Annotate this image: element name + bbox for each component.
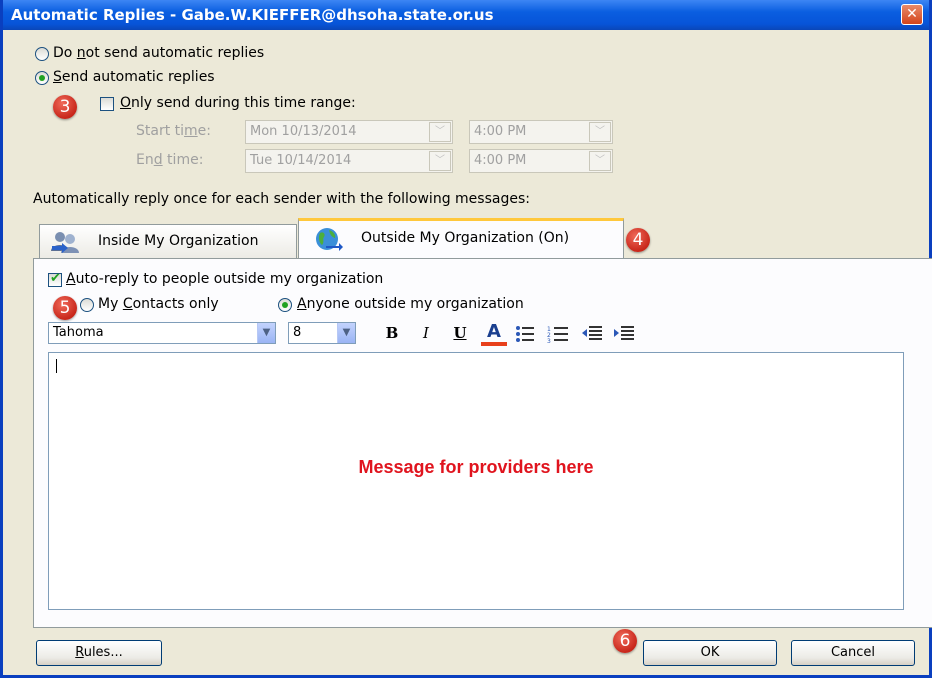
my-contacts-only-label[interactable]: My Contacts only xyxy=(98,296,219,312)
callout-badge-3: 3 xyxy=(53,95,77,119)
automatic-replies-dialog: Automatic Replies - Gabe.W.KIEFFER@dhsoh… xyxy=(0,0,932,678)
bold-button[interactable]: B xyxy=(381,322,403,344)
anyone-outside-label[interactable]: Anyone outside my organization xyxy=(297,296,524,312)
numbering-icon[interactable]: 1 2 3 xyxy=(547,325,569,343)
start-time-dropdown-icon[interactable]: ﹀ xyxy=(589,122,611,142)
callout-badge-4: 4 xyxy=(626,228,650,252)
message-text: Message for providers here xyxy=(358,457,594,477)
end-time-field[interactable]: 4:00 PM ﹀ xyxy=(469,149,613,173)
start-time-label: Start time: xyxy=(136,123,212,139)
end-date-field[interactable]: Tue 10/14/2014 ﹀ xyxy=(245,149,453,173)
auto-reply-outside-checkbox[interactable] xyxy=(48,271,62,287)
message-editor[interactable]: Message for providers here xyxy=(48,352,904,610)
auto-reply-outside-label[interactable]: Auto-reply to people outside my organiza… xyxy=(66,271,383,287)
send-automatic-replies-label[interactable]: Send automatic replies xyxy=(53,69,215,85)
start-time-value: 4:00 PM xyxy=(474,124,527,139)
svg-text:3: 3 xyxy=(547,338,551,343)
only-send-time-range-label[interactable]: Only send during this time range: xyxy=(120,95,356,111)
end-time-label: End time: xyxy=(136,152,204,168)
decrease-indent-icon[interactable] xyxy=(581,325,603,343)
do-not-send-label[interactable]: Do not send automatic replies xyxy=(53,45,264,61)
window-title: Automatic Replies - Gabe.W.KIEFFER@dhsoh… xyxy=(11,6,494,24)
font-name-select[interactable]: Tahoma ▼ xyxy=(48,322,276,344)
end-time-dropdown-icon[interactable]: ﹀ xyxy=(589,151,611,171)
start-date-value: Mon 10/13/2014 xyxy=(250,124,357,139)
my-contacts-only-radio[interactable] xyxy=(80,298,94,312)
end-date-dropdown-icon[interactable]: ﹀ xyxy=(429,151,451,171)
callout-badge-5: 5 xyxy=(53,296,77,320)
send-automatic-replies-radio[interactable] xyxy=(35,71,49,85)
title-bar: Automatic Replies - Gabe.W.KIEFFER@dhsoh… xyxy=(3,0,929,30)
anyone-outside-radio[interactable] xyxy=(278,298,292,312)
font-name-value: Tahoma xyxy=(53,325,104,340)
end-time-value: 4:00 PM xyxy=(474,153,527,168)
font-size-value: 8 xyxy=(293,325,302,340)
ok-button[interactable]: OK xyxy=(643,640,777,666)
text-caret xyxy=(56,359,57,373)
only-send-time-range-checkbox[interactable] xyxy=(100,97,114,111)
tab-outside-my-organization[interactable]: Outside My Organization (On) xyxy=(298,218,624,258)
rules-button[interactable]: Rules... xyxy=(36,640,162,666)
start-time-field[interactable]: 4:00 PM ﹀ xyxy=(469,120,613,144)
callout-badge-6: 6 xyxy=(613,629,637,653)
globe-icon xyxy=(316,228,343,251)
start-date-dropdown-icon[interactable]: ﹀ xyxy=(429,122,451,142)
underline-button[interactable]: U xyxy=(449,322,471,344)
cancel-button[interactable]: Cancel xyxy=(791,640,915,666)
end-date-value: Tue 10/14/2014 xyxy=(250,153,352,168)
close-icon[interactable]: ✕ xyxy=(901,4,923,25)
increase-indent-icon[interactable] xyxy=(613,325,635,343)
italic-button[interactable]: I xyxy=(415,322,437,344)
tab-inside-my-organization[interactable]: Inside My Organization xyxy=(39,224,297,258)
size-dropdown-icon[interactable]: ▼ xyxy=(337,323,355,343)
start-date-field[interactable]: Mon 10/13/2014 ﹀ xyxy=(245,120,453,144)
reply-heading: Automatically reply once for each sender… xyxy=(33,191,530,207)
tab-inside-label: Inside My Organization xyxy=(98,233,259,249)
font-size-select[interactable]: 8 ▼ xyxy=(288,322,356,344)
people-icon xyxy=(51,232,79,253)
tab-outside-label: Outside My Organization (On) xyxy=(361,230,570,246)
font-dropdown-icon[interactable]: ▼ xyxy=(257,323,275,343)
do-not-send-radio[interactable] xyxy=(35,47,49,61)
font-color-button[interactable]: A xyxy=(481,322,507,346)
bullets-icon[interactable] xyxy=(515,325,535,343)
